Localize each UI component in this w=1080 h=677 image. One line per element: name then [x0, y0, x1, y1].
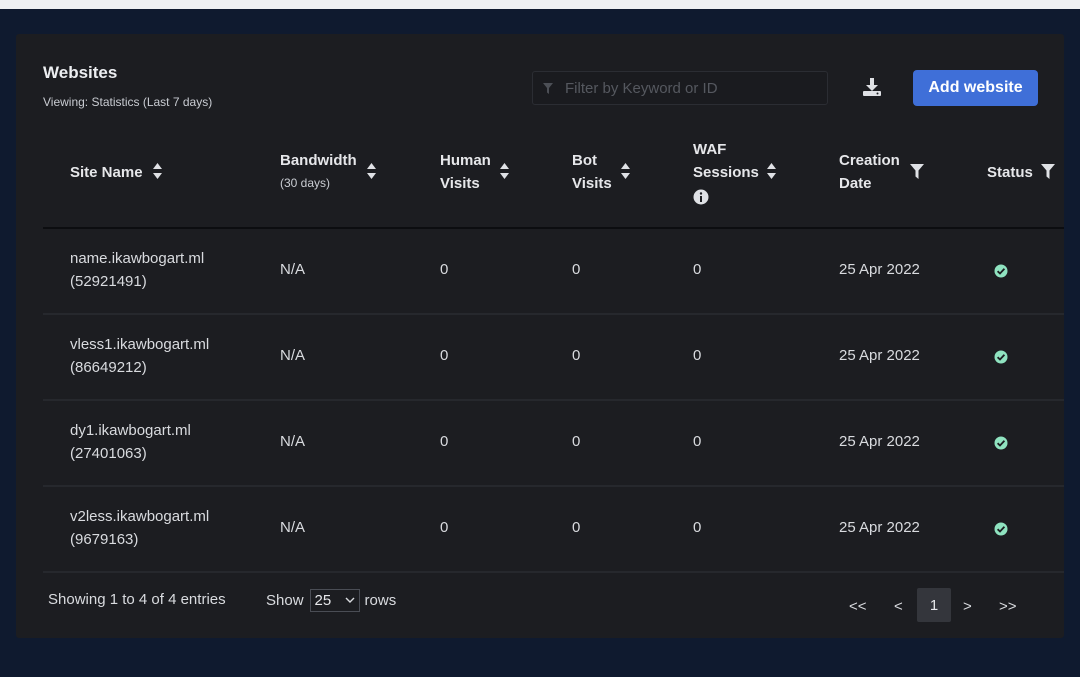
column-header-bot-visits[interactable]: Bot Visits: [572, 149, 612, 195]
site-name[interactable]: name.ikawbogart.ml: [70, 247, 204, 270]
site-name[interactable]: dy1.ikawbogart.ml: [70, 419, 191, 442]
table-row[interactable]: name.ikawbogart.ml (52921491) N/A 0 0 0 …: [43, 229, 1064, 315]
websites-panel: Websites Viewing: Statistics (Last 7 day…: [16, 34, 1064, 638]
page-subtitle: Viewing: Statistics (Last 7 days): [43, 95, 213, 109]
sort-icon[interactable]: [499, 162, 510, 180]
bot-visits-cell: 0: [572, 347, 581, 364]
creation-date-cell: 25 Apr 2022: [839, 433, 920, 450]
table-body: name.ikawbogart.ml (52921491) N/A 0 0 0 …: [43, 229, 1064, 573]
column-label: Sessions: [693, 164, 759, 181]
human-visits-cell: 0: [440, 347, 449, 364]
site-name[interactable]: v2less.ikawbogart.ml: [70, 505, 209, 528]
bot-visits-cell: 0: [572, 433, 581, 450]
site-id: (9679163): [70, 531, 139, 548]
download-icon[interactable]: [861, 76, 883, 98]
column-label: WAF: [693, 141, 727, 158]
column-header-waf-sessions[interactable]: WAF Sessions: [693, 138, 759, 184]
waf-sessions-cell: 0: [693, 433, 702, 450]
check-circle-icon: [994, 522, 1008, 536]
pagination-prev[interactable]: <: [894, 598, 903, 615]
rows-per-page-select[interactable]: 25: [309, 589, 360, 612]
column-header-status[interactable]: Status: [987, 161, 1033, 184]
pagination-first[interactable]: <<: [849, 598, 867, 615]
add-website-button[interactable]: Add website: [913, 70, 1038, 106]
filter-icon: [543, 82, 553, 94]
creation-date-cell: 25 Apr 2022: [839, 519, 920, 536]
column-filter-icon[interactable]: [1041, 164, 1055, 179]
column-header-bandwidth[interactable]: Bandwidth (30 days): [280, 149, 357, 195]
column-label: Visits: [572, 175, 612, 192]
page-title: Websites: [43, 63, 118, 82]
column-label: Site Name: [70, 164, 143, 181]
bandwidth-cell: N/A: [280, 433, 306, 450]
column-label: Human: [440, 152, 491, 169]
check-circle-icon: [994, 436, 1008, 450]
pagination-last[interactable]: >>: [999, 598, 1017, 615]
sort-icon[interactable]: [766, 162, 777, 180]
site-name-cell[interactable]: dy1.ikawbogart.ml (27401063): [70, 419, 191, 465]
bandwidth-cell: N/A: [280, 519, 306, 536]
column-header-site-name[interactable]: Site Name: [70, 161, 143, 184]
waf-sessions-cell: 0: [693, 519, 702, 536]
table-row[interactable]: vless1.ikawbogart.ml (86649212) N/A 0 0 …: [43, 315, 1064, 401]
table-row[interactable]: dy1.ikawbogart.ml (27401063) N/A 0 0 0 2…: [43, 401, 1064, 487]
table-row[interactable]: v2less.ikawbogart.ml (9679163) N/A 0 0 0…: [43, 487, 1064, 573]
site-name-cell[interactable]: v2less.ikawbogart.ml (9679163): [70, 505, 209, 551]
site-name-cell[interactable]: name.ikawbogart.ml (52921491): [70, 247, 204, 293]
chevron-down-icon: [345, 597, 355, 603]
sort-icon[interactable]: [152, 162, 163, 180]
column-label: Date: [839, 175, 872, 192]
bot-visits-cell: 0: [572, 261, 581, 278]
site-id: (27401063): [70, 445, 147, 462]
column-label: Status: [987, 164, 1033, 181]
rows-label: rows: [364, 592, 397, 609]
creation-date-cell: 25 Apr 2022: [839, 261, 920, 278]
rows-per-page-value: 25: [314, 592, 332, 609]
column-header-human-visits[interactable]: Human Visits: [440, 149, 491, 195]
info-icon[interactable]: [693, 189, 709, 205]
bot-visits-cell: 0: [572, 519, 581, 536]
column-label: Visits: [440, 175, 480, 192]
pagination-current-page[interactable]: 1: [917, 588, 951, 622]
show-label: Show: [266, 592, 304, 609]
site-id: (52921491): [70, 273, 147, 290]
site-name[interactable]: vless1.ikawbogart.ml: [70, 333, 209, 356]
column-label: Bandwidth: [280, 152, 357, 169]
column-label: Bot: [572, 152, 597, 169]
human-visits-cell: 0: [440, 261, 449, 278]
waf-sessions-cell: 0: [693, 347, 702, 364]
site-name-cell[interactable]: vless1.ikawbogart.ml (86649212): [70, 333, 209, 379]
column-note: (30 days): [280, 176, 331, 190]
sort-icon[interactable]: [366, 162, 377, 180]
bandwidth-cell: N/A: [280, 347, 306, 364]
sort-icon[interactable]: [620, 162, 631, 180]
column-filter-icon[interactable]: [910, 164, 924, 179]
waf-sessions-cell: 0: [693, 261, 702, 278]
table-header: Site Name Bandwidth (30 days) Human Visi…: [43, 128, 1064, 229]
column-label: Creation: [839, 152, 900, 169]
column-header-creation-date[interactable]: Creation Date: [839, 149, 900, 195]
check-circle-icon: [994, 264, 1008, 278]
site-id: (86649212): [70, 359, 147, 376]
human-visits-cell: 0: [440, 433, 449, 450]
rows-per-page: Show 25 rows: [266, 589, 396, 612]
filter-input[interactable]: [565, 79, 815, 97]
bandwidth-cell: N/A: [280, 261, 306, 278]
entries-summary: Showing 1 to 4 of 4 entries: [48, 591, 226, 608]
filter-box[interactable]: [532, 71, 828, 105]
check-circle-icon: [994, 350, 1008, 364]
human-visits-cell: 0: [440, 519, 449, 536]
creation-date-cell: 25 Apr 2022: [839, 347, 920, 364]
pagination-next[interactable]: >: [963, 598, 972, 615]
top-strip: [0, 0, 1080, 9]
